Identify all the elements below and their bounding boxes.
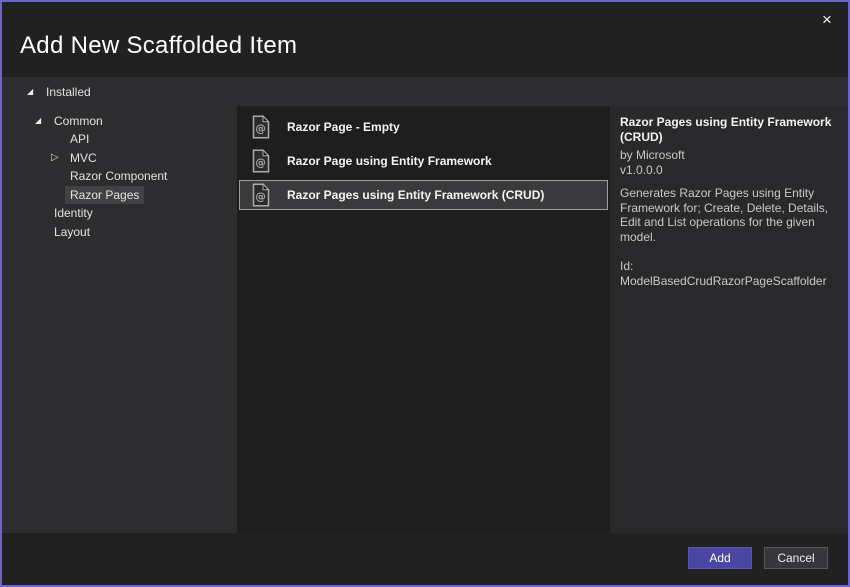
tree-expander-icon[interactable]: ◢ xyxy=(35,116,49,125)
razor-page-icon: @ xyxy=(252,149,270,173)
scaffold-list-item[interactable]: @ Razor Page - Empty xyxy=(237,110,610,144)
tree-item-layout[interactable]: Layout xyxy=(2,223,237,242)
tree-item-common[interactable]: ◢ Common xyxy=(2,112,237,131)
footer-bar: Add Cancel xyxy=(2,533,848,585)
tree-item-identity[interactable]: Identity xyxy=(2,204,237,223)
details-title: Razor Pages using Entity Framework (CRUD… xyxy=(620,115,832,144)
details-id: Id: ModelBasedCrudRazorPageScaffolder xyxy=(620,259,827,288)
tree-item-installed[interactable]: ◢ Installed xyxy=(2,83,237,102)
svg-text:@: @ xyxy=(255,191,266,203)
tree-item-label: MVC xyxy=(70,150,97,165)
dialog-title: Add New Scaffolded Item xyxy=(20,32,298,59)
add-new-scaffolded-item-dialog: Add New Scaffolded Item × ◢ Installed ◢ … xyxy=(0,0,850,587)
scaffold-list-item[interactable]: @ Razor Page using Entity Framework xyxy=(237,144,610,178)
close-icon[interactable]: × xyxy=(812,7,842,33)
cancel-button[interactable]: Cancel xyxy=(764,547,828,569)
scaffold-template-list: @ Razor Page - Empty @ Razor Page using … xyxy=(237,106,610,533)
details-version: v1.0.0.0 xyxy=(620,163,663,177)
tree-item-label: Razor Pages xyxy=(65,185,145,204)
razor-page-icon: @ xyxy=(252,183,270,207)
tree-item-label: Common xyxy=(54,113,103,128)
tree-item-label: Layout xyxy=(54,224,91,239)
scaffold-list-item-label: Razor Page - Empty xyxy=(287,120,400,134)
details-description: Generates Razor Pages using Entity Frame… xyxy=(620,186,829,244)
scaffold-list-item[interactable]: @ Razor Pages using Entity Framework (CR… xyxy=(239,180,608,210)
tree-item-label: Identity xyxy=(54,206,93,221)
scaffold-list-item-label: Razor Pages using Entity Framework (CRUD… xyxy=(287,188,545,202)
tree-item-label: Installed xyxy=(46,85,91,100)
tree-item-api[interactable]: API xyxy=(2,130,237,149)
svg-text:@: @ xyxy=(255,123,266,135)
tree-item-razor-component[interactable]: Razor Component xyxy=(2,167,237,186)
tree-item-mvc[interactable]: ▷ MVC xyxy=(2,149,237,168)
razor-page-icon: @ xyxy=(252,115,270,139)
scaffold-list-item-label: Razor Page using Entity Framework xyxy=(287,154,492,168)
titlebar: Add New Scaffolded Item × xyxy=(2,2,848,77)
tree-item-label: API xyxy=(70,132,90,147)
tree-expander-icon[interactable]: ▷ xyxy=(51,152,65,163)
add-button[interactable]: Add xyxy=(688,547,752,569)
details-author: by Microsoft xyxy=(620,148,685,162)
category-tree: ◢ Installed ◢ Common API ▷ MVC Razor Com… xyxy=(2,83,237,241)
tree-item-razor-pages[interactable]: Razor Pages xyxy=(2,185,237,205)
tree-item-label: Razor Component xyxy=(70,169,168,184)
svg-text:@: @ xyxy=(255,157,266,169)
tree-expander-icon[interactable]: ◢ xyxy=(27,88,41,96)
details-panel: Razor Pages using Entity Framework (CRUD… xyxy=(610,106,848,533)
